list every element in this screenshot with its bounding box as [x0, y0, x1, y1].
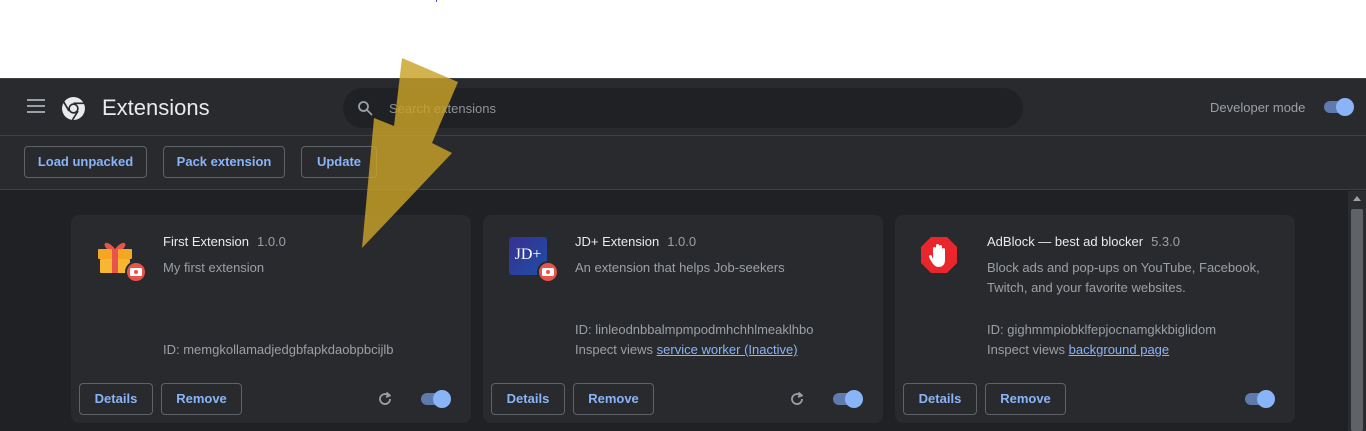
developer-mode-toggle[interactable]	[1322, 98, 1354, 116]
header-bar: Extensions Developer mode	[0, 79, 1366, 136]
search-icon	[358, 101, 373, 116]
extension-description: An extension that helps Job-seekers	[575, 260, 785, 275]
extensions-list: First Extension 1.0.0 My first extension …	[0, 191, 1348, 431]
menu-icon[interactable]	[27, 99, 45, 113]
extension-card: AdBlock — best ad blocker 5.3.0 Block ads…	[895, 215, 1295, 423]
service-worker-link[interactable]: service worker (Inactive)	[657, 342, 798, 357]
extension-id: ID: memgkollamadjedgbfapkdaobpbcijlb	[163, 342, 394, 357]
inspect-views: Inspect views background page	[987, 342, 1170, 357]
extension-name: AdBlock — best ad blocker 5.3.0	[987, 234, 1180, 249]
developer-toolbar: Load unpacked Pack extension Update	[0, 136, 1366, 190]
extensions-app: Extensions Developer mode Load unpacked …	[0, 78, 1366, 431]
details-button[interactable]: Details	[79, 383, 153, 415]
extension-enable-toggle[interactable]	[419, 390, 451, 408]
chrome-logo-icon	[62, 97, 85, 121]
extension-id: ID: gighmmpiobklfepjocnamgkkbiglidom	[987, 322, 1217, 337]
scroll-thumb[interactable]	[1351, 209, 1363, 431]
scroll-up-arrow-icon[interactable]	[1353, 196, 1361, 201]
details-button[interactable]: Details	[491, 383, 565, 415]
search-box[interactable]	[343, 88, 1023, 128]
adblock-hand-icon	[919, 235, 967, 283]
update-button[interactable]: Update	[301, 146, 377, 178]
gift-icon	[95, 235, 147, 283]
pack-extension-button[interactable]: Pack extension	[163, 146, 285, 178]
developer-mode-label: Developer mode	[1210, 100, 1306, 115]
background-page-link[interactable]: background page	[1069, 342, 1169, 357]
reload-icon[interactable]	[788, 390, 806, 408]
extension-description: Block ads and pop-ups on YouTube, Facebo…	[987, 260, 1260, 295]
extension-card: First Extension 1.0.0 My first extension …	[71, 215, 471, 423]
page-top-blank	[0, 0, 1366, 78]
details-button[interactable]: Details	[903, 383, 977, 415]
jd-plus-icon-text: JD+	[514, 246, 542, 263]
stray-mark	[436, 0, 437, 2]
extension-name: First Extension 1.0.0	[163, 234, 286, 249]
extension-id: ID: linleodnbbalmpmpodmhchhlmeaklhbo	[575, 322, 814, 337]
extension-enable-toggle[interactable]	[1243, 390, 1275, 408]
remove-button[interactable]: Remove	[573, 383, 654, 415]
extension-card: JD+ JD+ Extension 1.0.0 An extension that…	[483, 215, 883, 423]
search-input[interactable]	[389, 88, 989, 128]
page-title: Extensions	[102, 95, 210, 120]
extension-enable-toggle[interactable]	[831, 390, 863, 408]
inspect-views: Inspect views service worker (Inactive)	[575, 342, 798, 357]
extension-description: My first extension	[163, 260, 265, 275]
remove-button[interactable]: Remove	[161, 383, 242, 415]
extension-name: JD+ Extension 1.0.0	[575, 234, 697, 249]
jd-plus-icon: JD+	[507, 235, 559, 283]
vertical-scrollbar[interactable]	[1348, 191, 1366, 431]
reload-icon[interactable]	[376, 390, 394, 408]
remove-button[interactable]: Remove	[985, 383, 1066, 415]
developer-badge-icon	[537, 261, 559, 283]
load-unpacked-button[interactable]: Load unpacked	[24, 146, 147, 178]
developer-badge-icon	[125, 261, 147, 283]
